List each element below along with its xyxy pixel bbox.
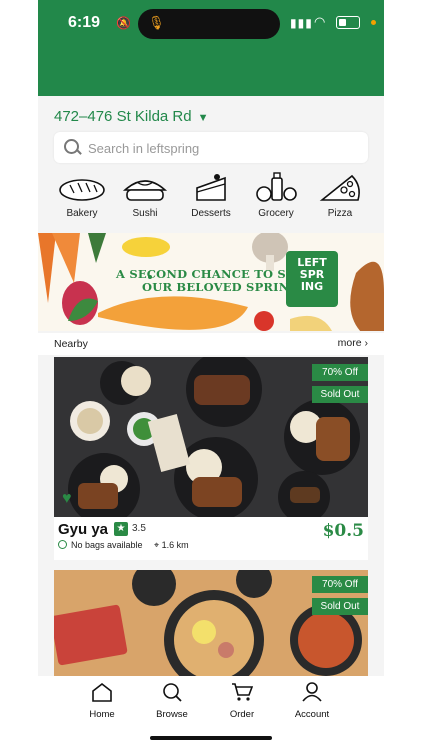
status-time: 6:19	[68, 14, 101, 31]
cart-icon	[232, 683, 254, 701]
store-rating: 3.5	[132, 523, 146, 534]
check-circle-icon	[58, 540, 67, 549]
chevron-right-icon: ›	[364, 337, 369, 349]
search-bar[interactable]	[54, 132, 368, 165]
distance-text: 1.6 km	[161, 540, 189, 550]
battery-icon	[336, 16, 360, 29]
tab-label: Home	[89, 709, 115, 720]
category-bakery[interactable]: Bakery	[52, 172, 112, 219]
bread-icon	[59, 179, 105, 201]
tab-home[interactable]: Home	[72, 682, 132, 720]
category-label: Desserts	[191, 208, 231, 219]
food-photo-image	[54, 357, 368, 517]
pizza-icon	[319, 174, 360, 201]
chevron-down-icon: ▼	[197, 112, 209, 124]
category-label: Bakery	[66, 208, 98, 219]
grocery-icon	[256, 172, 297, 202]
store-price: $0.5	[322, 521, 364, 541]
availability-text: No bags available	[71, 540, 143, 550]
logo-line: ING	[300, 280, 324, 293]
category-sushi[interactable]: Sushi	[115, 172, 175, 219]
leftspring-logo: LEFT SPR ING	[286, 251, 338, 307]
category-desserts[interactable]: Desserts	[181, 172, 241, 219]
category-row: Bakery Sushi Desserts Grocery Pizza	[38, 172, 384, 228]
wifi-icon: ◠	[314, 14, 326, 29]
tab-label: Browse	[156, 709, 188, 720]
home-indicator	[150, 736, 272, 740]
food-photo	[54, 357, 368, 517]
app-screen: 6:19 🔕 🎙 ▮▮▮ ◠ 472–476 St Kilda Rd ▼ Bake…	[38, 0, 384, 750]
privacy-dot	[371, 20, 376, 25]
availability-status: No bags available	[58, 540, 143, 550]
category-pizza[interactable]: Pizza	[310, 172, 370, 219]
category-label: Pizza	[327, 208, 353, 219]
search-icon	[163, 683, 182, 702]
search-icon	[64, 139, 79, 154]
microphone-icon: 🎙	[148, 15, 165, 30]
banner-headline-1: A SECOND CHANCE TO SEE	[116, 267, 304, 281]
heart-icon[interactable]: ♥	[62, 490, 72, 508]
sushi-icon	[122, 180, 168, 201]
store-name: Gyu ya	[58, 521, 109, 538]
search-input[interactable]	[86, 132, 360, 165]
location-pin-icon: ⌖	[154, 540, 160, 550]
silent-bell-icon: 🔕	[116, 16, 131, 30]
category-label: Sushi	[132, 208, 158, 219]
store-card[interactable]: 70% Off Sold Out ♥ Gyu ya ★ 3.5 No bags …	[54, 357, 368, 560]
cake-icon	[196, 174, 226, 201]
location-selector[interactable]: 472–476 St Kilda Rd ▼	[54, 108, 209, 125]
star-icon: ★	[114, 522, 128, 536]
dynamic-island: 🎙	[138, 9, 280, 39]
status-bar: 6:19 🔕 🎙 ▮▮▮ ◠	[38, 0, 384, 96]
promo-banner[interactable]: A SECOND CHANCE TO SEE OUR BELOVED SPRIN…	[38, 233, 384, 331]
user-icon	[302, 682, 322, 702]
sold-out-badge: Sold Out	[312, 386, 368, 403]
store-card[interactable]: 70% Off Sold Out	[54, 570, 368, 676]
more-label: more	[337, 337, 362, 349]
tab-browse[interactable]: Browse	[142, 682, 202, 720]
banner-headline-2: OUR BELOVED SPRING	[142, 280, 300, 294]
tab-order[interactable]: Order	[212, 682, 272, 720]
more-link[interactable]: more ›	[338, 337, 368, 349]
nearby-header: Nearby more ›	[38, 333, 384, 355]
nearby-heading: Nearby	[54, 338, 88, 350]
category-label: Grocery	[258, 208, 294, 219]
tab-account[interactable]: Account	[282, 682, 342, 720]
discount-badge: 70% Off	[312, 576, 368, 593]
location-address: 472–476 St Kilda Rd	[54, 108, 192, 125]
signal-icon: ▮▮▮	[290, 16, 313, 30]
tab-label: Order	[229, 709, 255, 720]
sold-out-badge: Sold Out	[312, 598, 368, 615]
tab-label: Account	[294, 709, 330, 720]
distance-info: ⌖ 1.6 km	[154, 540, 189, 551]
discount-badge: 70% Off	[312, 364, 368, 381]
category-grocery[interactable]: Grocery	[246, 172, 306, 219]
home-icon	[92, 682, 112, 702]
